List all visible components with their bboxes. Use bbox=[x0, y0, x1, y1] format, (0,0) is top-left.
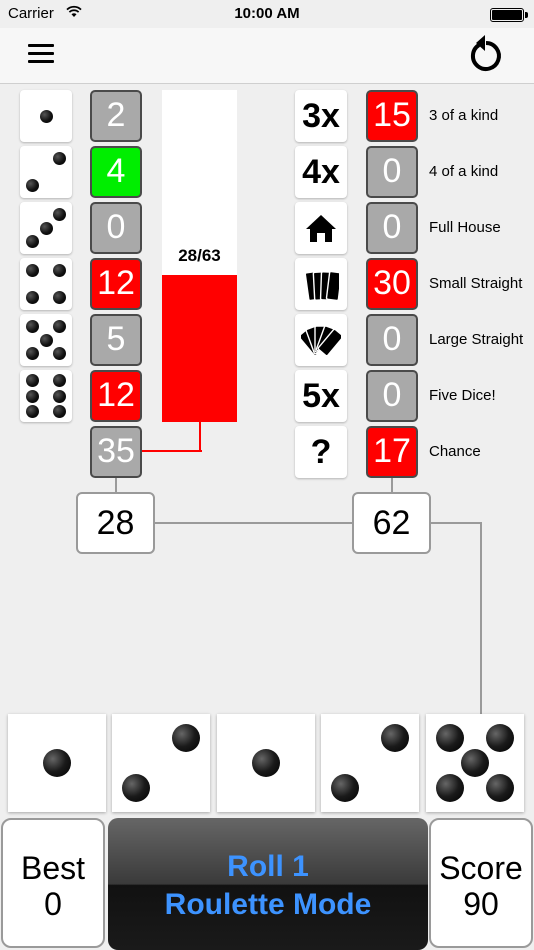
rolled-die-4[interactable] bbox=[321, 714, 419, 812]
upper-die-face-6 bbox=[20, 370, 72, 422]
upper-bonus-box: 35 bbox=[90, 426, 142, 478]
upper-score-box[interactable]: 0 bbox=[90, 202, 142, 254]
die-pip bbox=[25, 263, 39, 277]
upper-die-face-2 bbox=[20, 146, 72, 198]
die-pip bbox=[53, 151, 67, 165]
die-pip bbox=[53, 373, 67, 387]
die-pip bbox=[25, 389, 39, 403]
five-of-a-kind-icon: 5x bbox=[295, 370, 347, 422]
battery-icon bbox=[490, 8, 528, 22]
die-pip bbox=[25, 235, 39, 249]
hamburger-menu-icon[interactable] bbox=[28, 44, 54, 64]
rolled-die-2[interactable] bbox=[112, 714, 210, 812]
house-icon bbox=[295, 202, 347, 254]
die-pip bbox=[25, 405, 39, 419]
lower-score-box[interactable]: 15 bbox=[366, 90, 418, 142]
die-pip bbox=[53, 389, 67, 403]
category-label: 3 of a kind bbox=[429, 107, 499, 124]
die-pip bbox=[43, 749, 71, 777]
die-pip bbox=[330, 774, 359, 803]
rolled-die-1[interactable] bbox=[8, 714, 106, 812]
die-pip bbox=[53, 319, 67, 333]
score-value: 90 bbox=[463, 886, 499, 922]
four-of-a-kind-icon: 4x bbox=[295, 146, 347, 198]
die-pip bbox=[435, 723, 464, 752]
best-value: 0 bbox=[44, 886, 62, 922]
lower-total: 62 bbox=[352, 492, 431, 554]
die-pip bbox=[53, 263, 67, 277]
die-pip bbox=[435, 774, 464, 803]
best-label: Best bbox=[20, 850, 86, 886]
die-pip bbox=[39, 109, 53, 123]
upper-die-face-3 bbox=[20, 202, 72, 254]
category-label: Small Straight bbox=[429, 275, 523, 292]
die-pip bbox=[53, 207, 67, 221]
die-pip bbox=[25, 179, 39, 193]
upper-bonus-progress-bar: 28/63 bbox=[162, 90, 237, 422]
lower-score-box[interactable]: 0 bbox=[366, 370, 418, 422]
category-label: Five Dice! bbox=[429, 387, 496, 404]
upper-die-face-1 bbox=[20, 90, 72, 142]
die-pip bbox=[172, 723, 201, 752]
progress-fill bbox=[162, 275, 237, 422]
bonus-connector-vertical bbox=[199, 422, 201, 452]
roll-mode-label: Roulette Mode bbox=[164, 888, 372, 921]
upper-total: 28 bbox=[76, 492, 155, 554]
roll-count-label: Roll 1 bbox=[227, 850, 309, 883]
die-pip bbox=[461, 749, 489, 777]
rolled-die-5[interactable] bbox=[426, 714, 524, 812]
upper-score-box[interactable]: 12 bbox=[90, 370, 142, 422]
upper-score-box[interactable]: 2 bbox=[90, 90, 142, 142]
upper-score-box[interactable]: 4 bbox=[90, 146, 142, 198]
undo-arrow-icon[interactable] bbox=[466, 32, 506, 74]
die-pip bbox=[53, 405, 67, 419]
four-cards-icon bbox=[295, 258, 347, 310]
score-panel: Score 90 bbox=[429, 818, 533, 948]
lower-score-box[interactable]: 0 bbox=[366, 146, 418, 198]
score-link-horizontal bbox=[430, 522, 482, 524]
nav-bar bbox=[0, 28, 534, 84]
die-pip bbox=[53, 347, 67, 361]
score-label: Score bbox=[439, 850, 523, 886]
lower-score-box[interactable]: 0 bbox=[366, 314, 418, 366]
die-pip bbox=[486, 723, 515, 752]
die-pip bbox=[25, 373, 39, 387]
die-pip bbox=[25, 347, 39, 361]
lower-score-box[interactable]: 30 bbox=[366, 258, 418, 310]
die-pip bbox=[252, 749, 280, 777]
roll-button[interactable]: Roll 1 Roulette Mode bbox=[108, 818, 428, 950]
die-pip bbox=[25, 291, 39, 305]
die-pip bbox=[25, 319, 39, 333]
totals-link-line bbox=[155, 522, 354, 524]
clock: 10:00 AM bbox=[234, 5, 300, 22]
bonus-connector-horizontal bbox=[142, 450, 202, 452]
rolled-die-3[interactable] bbox=[217, 714, 315, 812]
category-label: Large Straight bbox=[429, 331, 524, 348]
die-pip bbox=[39, 221, 53, 235]
category-label: 4 of a kind bbox=[429, 163, 499, 180]
upper-score-box[interactable]: 12 bbox=[90, 258, 142, 310]
lower-score-box[interactable]: 0 bbox=[366, 202, 418, 254]
die-pip bbox=[121, 774, 150, 803]
five-cards-icon bbox=[295, 314, 347, 366]
upper-die-face-4 bbox=[20, 258, 72, 310]
lower-score-box[interactable]: 17 bbox=[366, 426, 418, 478]
category-label: Full House bbox=[429, 219, 501, 236]
best-panel: Best 0 bbox=[1, 818, 105, 948]
three-of-a-kind-icon: 3x bbox=[295, 90, 347, 142]
status-bar: Carrier 10:00 AM bbox=[0, 0, 534, 28]
category-label: Chance bbox=[429, 443, 481, 460]
die-pip bbox=[381, 723, 410, 752]
die-pip bbox=[39, 333, 53, 347]
upper-die-face-5 bbox=[20, 314, 72, 366]
die-pip bbox=[486, 774, 515, 803]
score-link-vertical bbox=[480, 522, 482, 714]
upper-score-box[interactable]: 5 bbox=[90, 314, 142, 366]
chance-icon: ? bbox=[295, 426, 347, 478]
progress-label: 28/63 bbox=[178, 246, 221, 265]
die-pip bbox=[53, 291, 67, 305]
